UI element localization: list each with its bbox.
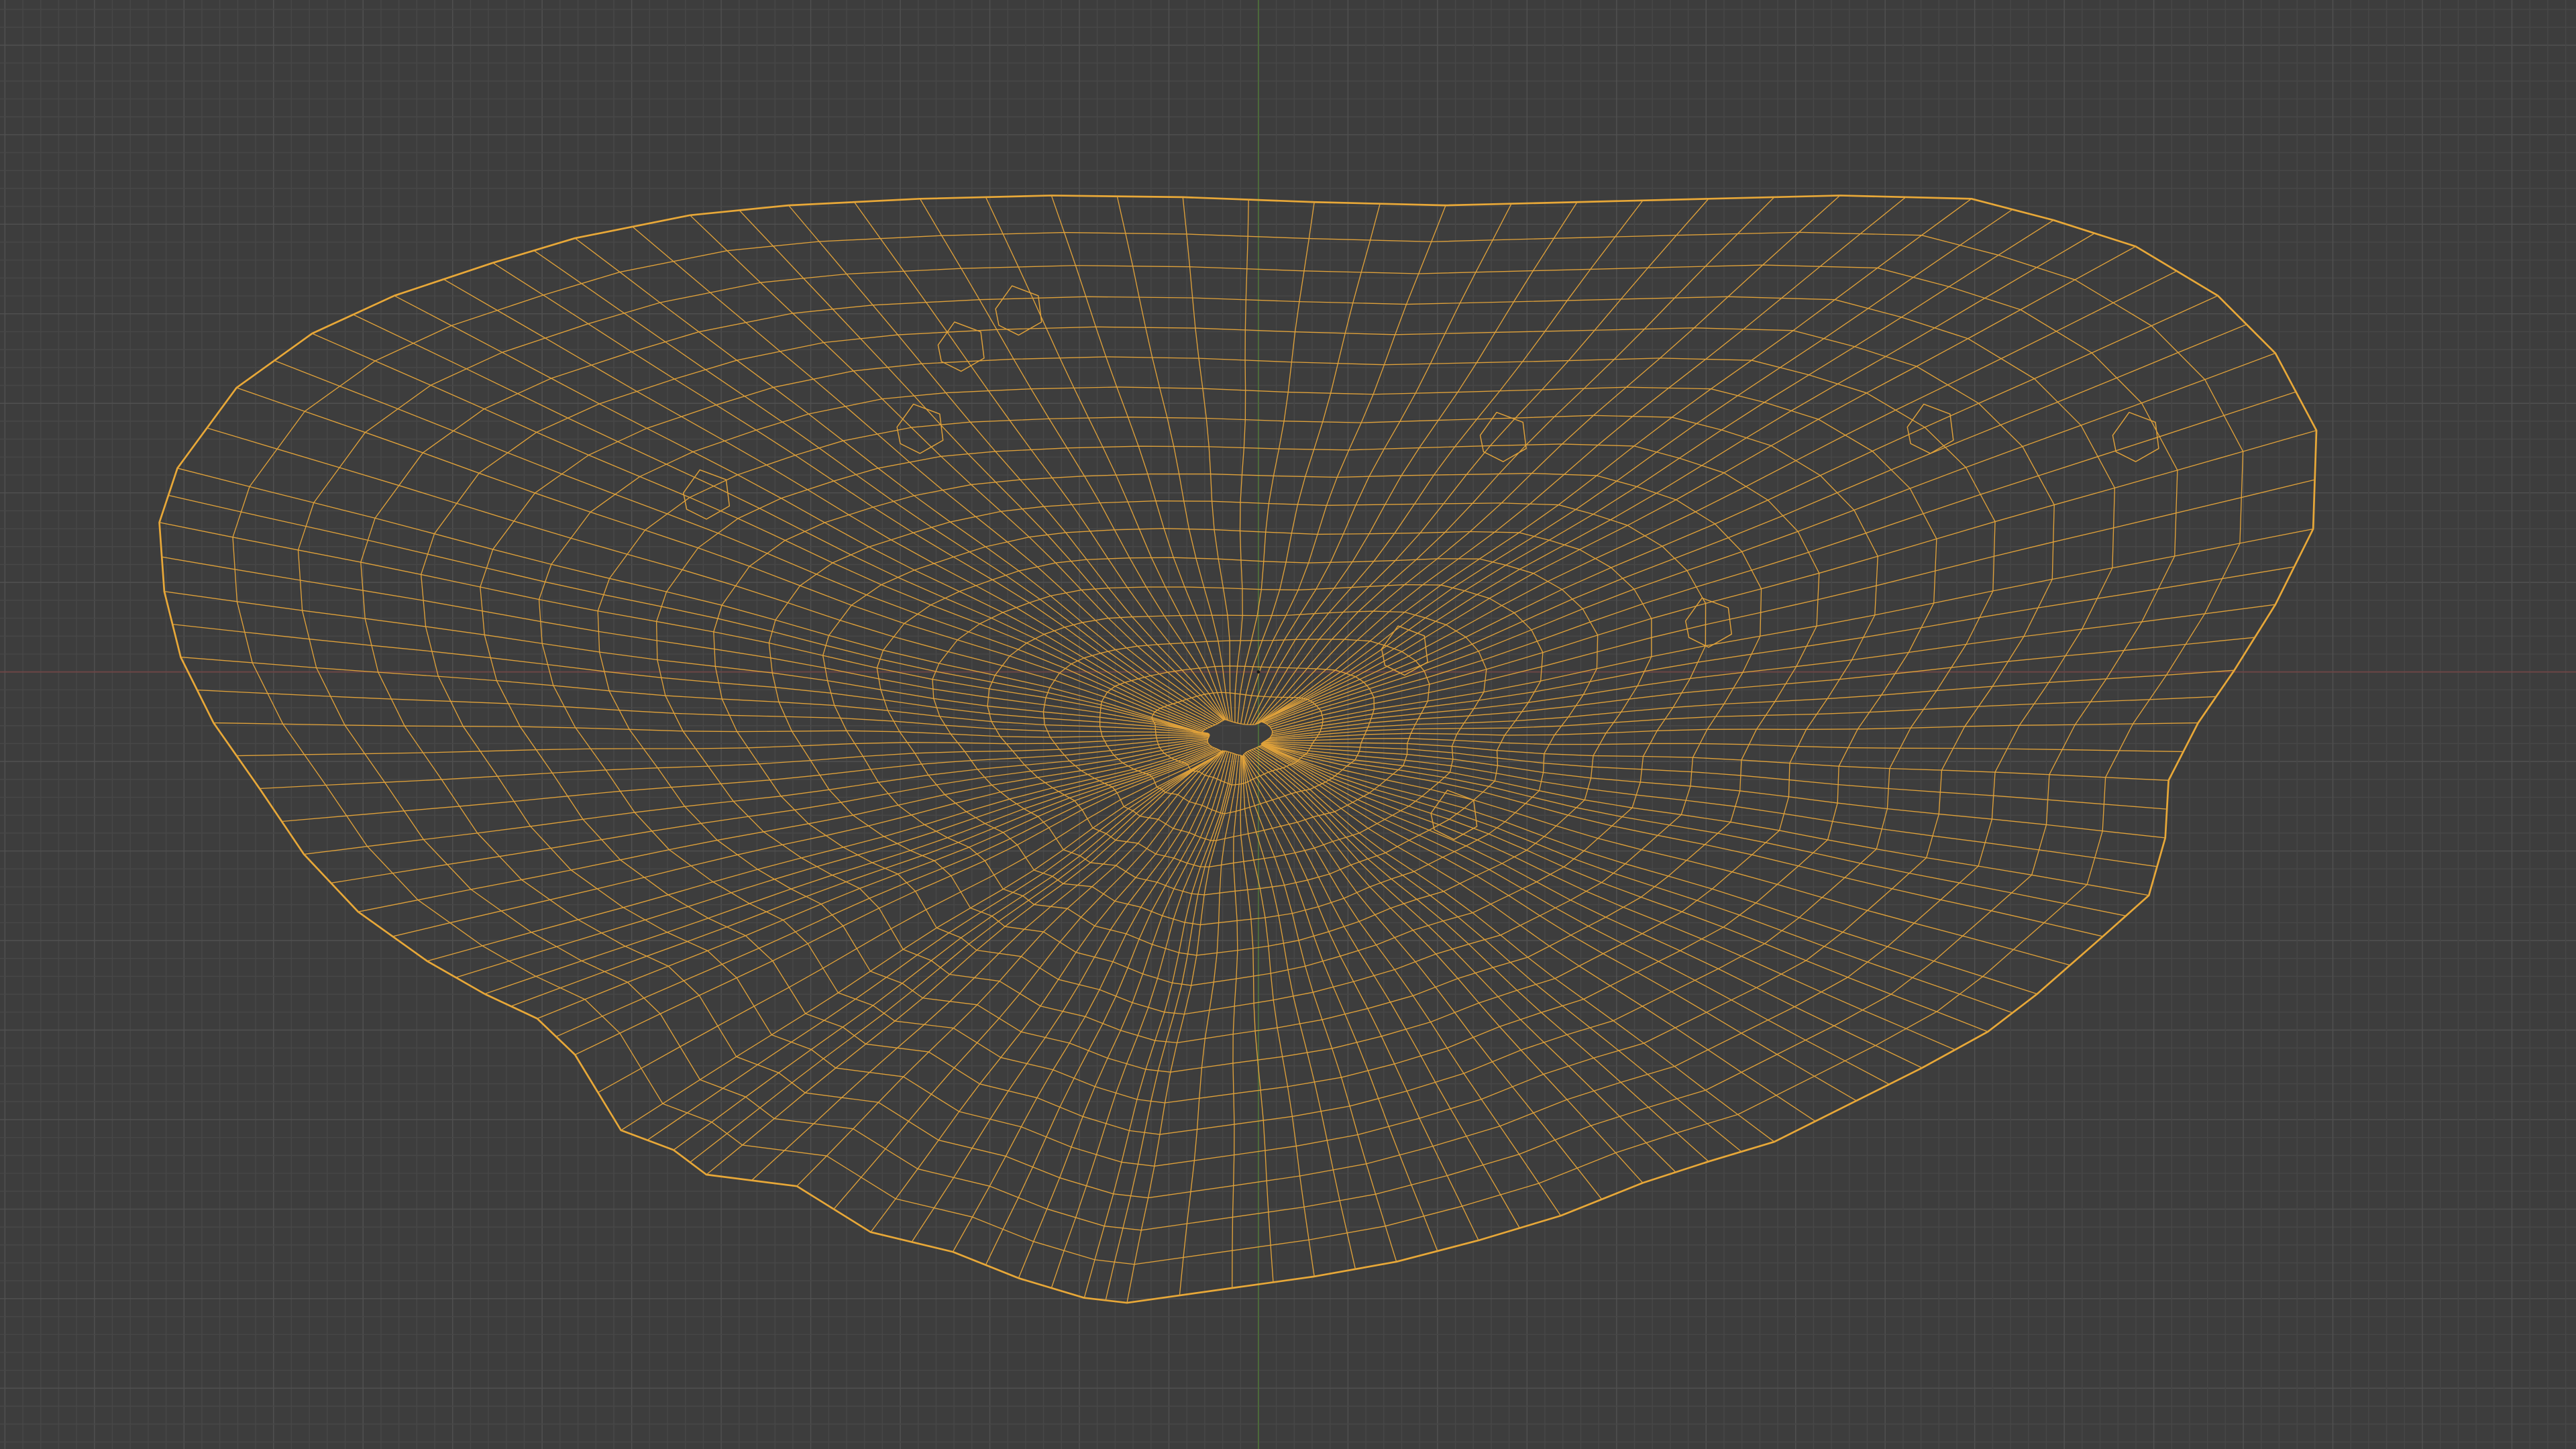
mesh-radial-edge	[455, 745, 1212, 978]
mesh-radial-edge	[1261, 743, 2165, 839]
mesh-radial-edge	[1261, 745, 1923, 1069]
mesh-radial-edge	[574, 237, 1222, 722]
mesh-radial-edge	[796, 750, 1223, 1187]
mesh-radial-edge	[1250, 201, 1578, 725]
mesh-radial-edge	[511, 747, 1216, 1007]
mesh-radial-edge	[911, 751, 1225, 1242]
viewport-canvas[interactable]	[0, 0, 2576, 1449]
mesh-radial-edge	[484, 747, 1213, 995]
mesh-radial-edge	[1260, 233, 2095, 722]
mesh-radial-edge	[1083, 753, 1234, 1298]
mesh-edge-loop	[987, 610, 1487, 868]
mesh-radial-edge	[1256, 197, 1775, 724]
object-origin-dot	[1256, 670, 1260, 674]
mesh-pole-loop	[995, 285, 1042, 336]
mesh-radial-edge	[1105, 753, 1236, 1301]
mesh-radial-edge	[274, 360, 1206, 730]
mesh-radial-edge	[1242, 755, 1479, 1241]
mesh-radial-edge	[1246, 203, 1512, 725]
mesh-radial-edge	[1243, 205, 1446, 724]
mesh-radial-edge	[1251, 749, 1742, 1152]
mesh-radial-edge	[1256, 747, 1816, 1122]
mesh-radial-edge	[1242, 756, 1315, 1277]
mesh-radial-edge	[1261, 743, 2070, 966]
mesh-radial-edge	[392, 743, 1209, 937]
mesh-pole-loop	[1907, 403, 1954, 454]
mesh-radial-edge	[312, 333, 1208, 729]
mesh-radial-edge	[1259, 198, 1972, 723]
mesh-radial-edge	[207, 427, 1203, 732]
mesh-radial-edge	[1261, 743, 2157, 867]
mesh-radial-edge	[690, 215, 1224, 721]
mesh-radial-edge	[621, 751, 1223, 1131]
mesh-radial-edge	[259, 737, 1210, 790]
mesh-radial-edge	[353, 314, 1211, 728]
mesh-radial-edge	[919, 198, 1227, 720]
mesh-radial-edge	[162, 556, 1205, 734]
mesh-radial-edge	[853, 201, 1226, 720]
mesh-radial-edge	[1253, 748, 1775, 1142]
mesh-radial-edge	[1263, 742, 2167, 810]
mesh-edge-loop	[538, 386, 1937, 1104]
mesh-radial-edge	[1259, 745, 1890, 1085]
mesh-radial-edge	[1271, 479, 2315, 730]
mesh-radial-edge	[1257, 195, 1841, 724]
mesh-radial-edge	[1179, 755, 1240, 1296]
mesh-radial-edge	[574, 749, 1220, 1055]
mesh-radial-edge	[1258, 197, 1907, 724]
3d-viewport[interactable]	[0, 0, 2576, 1449]
mesh-radial-edge	[1266, 352, 2276, 724]
mesh-radial-edge	[673, 751, 1224, 1150]
mesh-radial-edge	[236, 735, 1210, 757]
mesh-pole-loop	[1684, 597, 1732, 648]
mesh-radial-edge	[172, 623, 1209, 735]
mesh-radial-edge	[1260, 743, 2149, 896]
mesh-radial-edge	[1268, 391, 2296, 727]
mesh-radial-edge	[1240, 203, 1381, 724]
mesh-radial-edge	[533, 250, 1220, 723]
mesh-radial-edge	[180, 656, 1210, 735]
mesh-radial-edge	[1265, 324, 2247, 724]
mesh-radial-edge	[331, 740, 1208, 883]
mesh-pole-loop	[1479, 411, 1527, 462]
mesh-radial-edge	[1242, 756, 1397, 1263]
